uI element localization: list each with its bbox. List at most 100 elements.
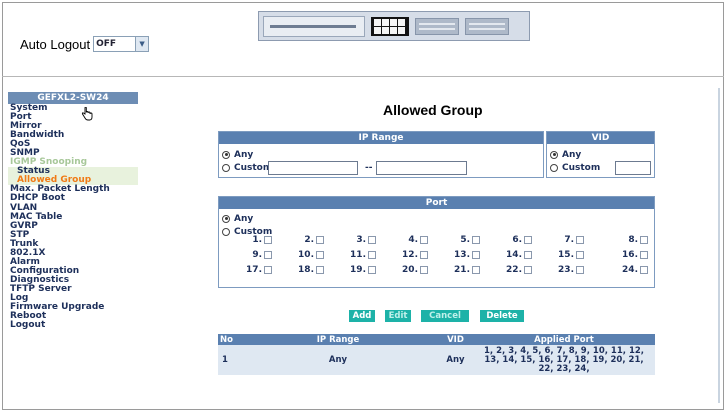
port-label: 18. [298,265,314,275]
checkbox[interactable] [316,235,324,244]
port-checkbox-13[interactable]: 13. [430,250,480,260]
port-label: 19. [350,265,366,275]
col-header-vid: VID [438,334,473,345]
checkbox[interactable] [368,250,376,259]
port-checkbox-5[interactable]: 5. [430,235,480,245]
port-checkbox-16[interactable]: 16. [598,250,648,260]
ip-any-radio[interactable] [222,150,230,159]
port-label: 21. [454,265,470,275]
vid-input[interactable] [615,161,651,175]
checkbox[interactable] [264,250,272,259]
checkbox[interactable] [420,250,428,259]
checkbox[interactable] [576,235,584,244]
table-row[interactable]: 1 Any Any 1, 2, 3, 4, 5, 6, 7, 8, 9, 10,… [218,345,655,375]
add-button[interactable]: Add [349,310,375,322]
port-checkbox-12[interactable]: 12. [378,250,428,260]
port-checkbox-6[interactable]: 6. [482,235,532,245]
ip-range-separator: -- [365,163,373,173]
port-label: 13. [454,250,470,260]
delete-button[interactable]: Delete [480,310,524,322]
checkbox[interactable] [264,235,272,244]
checkbox[interactable] [640,235,648,244]
port-any-radio[interactable] [222,214,230,223]
checkbox[interactable] [368,265,376,274]
port-checkbox-1[interactable]: 1. [222,235,272,245]
sidebar: GEFXL2-SW24 System Port Mirror Bandwidth QoS… [8,92,138,330]
port-any-option[interactable]: Any [222,214,253,224]
checkbox[interactable] [576,250,584,259]
port-label: 17. [246,265,262,275]
ip-custom-label: Custom [234,163,273,173]
ip-custom-radio[interactable] [222,163,230,172]
ip-any-label: Any [234,150,254,160]
port-checkbox-18[interactable]: 18. [274,265,324,275]
ip-any-option[interactable]: Any [222,150,253,160]
port-checkbox-24[interactable]: 24. [598,265,648,275]
col-header-ip-range: IP Range [238,334,438,345]
port-label: 11. [350,250,366,260]
col-header-no: No [218,334,238,345]
port-label: 4. [408,235,418,245]
checkbox[interactable] [576,265,584,274]
checkbox[interactable] [524,265,532,274]
port-checkbox-17[interactable]: 17. [222,265,272,275]
cancel-button[interactable]: Cancel [421,310,469,322]
port-checkbox-8[interactable]: 8. [598,235,648,245]
checkbox[interactable] [472,265,480,274]
sidebar-item-logout[interactable]: Logout [8,321,138,330]
port-checkbox-3[interactable]: 3. [326,235,376,245]
port-checkbox-19[interactable]: 19. [326,265,376,275]
cell-ip-range: Any [238,345,438,375]
vid-panel: VID Any Custom [546,131,655,178]
cell-applied-port: 1, 2, 3, 4, 5, 6, 7, 8, 9, 10, 11, 12, 1… [473,345,655,375]
port-checkbox-7[interactable]: 7. [534,235,584,245]
header-divider [2,76,724,77]
checkbox[interactable] [420,235,428,244]
vid-any-option[interactable]: Any [550,150,581,160]
ip-from-input[interactable] [268,161,358,175]
content-right-border [718,88,720,403]
auto-logout-select[interactable]: OFF ▼ [93,36,150,52]
port-label: 1. [252,235,262,245]
port-checkbox-21[interactable]: 21. [430,265,480,275]
port-checkbox-20[interactable]: 20. [378,265,428,275]
checkbox[interactable] [524,250,532,259]
ip-to-input[interactable] [376,161,467,175]
port-checkbox-9[interactable]: 9. [222,250,272,260]
auto-logout-control: Auto Logout OFF ▼ [20,36,150,52]
port-label: 12. [402,250,418,260]
port-label: 20. [402,265,418,275]
ip-range-header: IP Range [219,132,543,144]
checkbox[interactable] [472,235,480,244]
port-checkbox-14[interactable]: 14. [482,250,532,260]
vid-custom-radio[interactable] [550,163,558,172]
port-label: 10. [298,250,314,260]
port-label: 23. [558,265,574,275]
port-checkbox-4[interactable]: 4. [378,235,428,245]
checkbox[interactable] [472,250,480,259]
checkbox[interactable] [640,250,648,259]
sidebar-menu: System Port Mirror Bandwidth QoS SNMP IGMP Sno… [8,103,138,330]
vid-any-radio[interactable] [550,150,558,159]
checkbox[interactable] [316,265,324,274]
checkbox[interactable] [524,235,532,244]
port-checkbox-10[interactable]: 10. [274,250,324,260]
checkbox[interactable] [316,250,324,259]
port-checkbox-11[interactable]: 11. [326,250,376,260]
port-checkbox-23[interactable]: 23. [534,265,584,275]
chevron-down-icon[interactable]: ▼ [135,37,149,51]
checkbox[interactable] [640,265,648,274]
port-checkbox-15[interactable]: 15. [534,250,584,260]
auto-logout-label: Auto Logout [20,36,91,52]
checkbox[interactable] [264,265,272,274]
ip-custom-option[interactable]: Custom [222,163,272,173]
checkbox[interactable] [420,265,428,274]
port-checkbox-2[interactable]: 2. [274,235,324,245]
port-label: 7. [564,235,574,245]
vid-custom-option[interactable]: Custom [550,163,600,173]
edit-button[interactable]: Edit [385,310,411,322]
port-checkbox-22[interactable]: 22. [482,265,532,275]
port-header: Port [219,197,654,209]
checkbox[interactable] [368,235,376,244]
hand-pointer-icon [81,107,93,121]
